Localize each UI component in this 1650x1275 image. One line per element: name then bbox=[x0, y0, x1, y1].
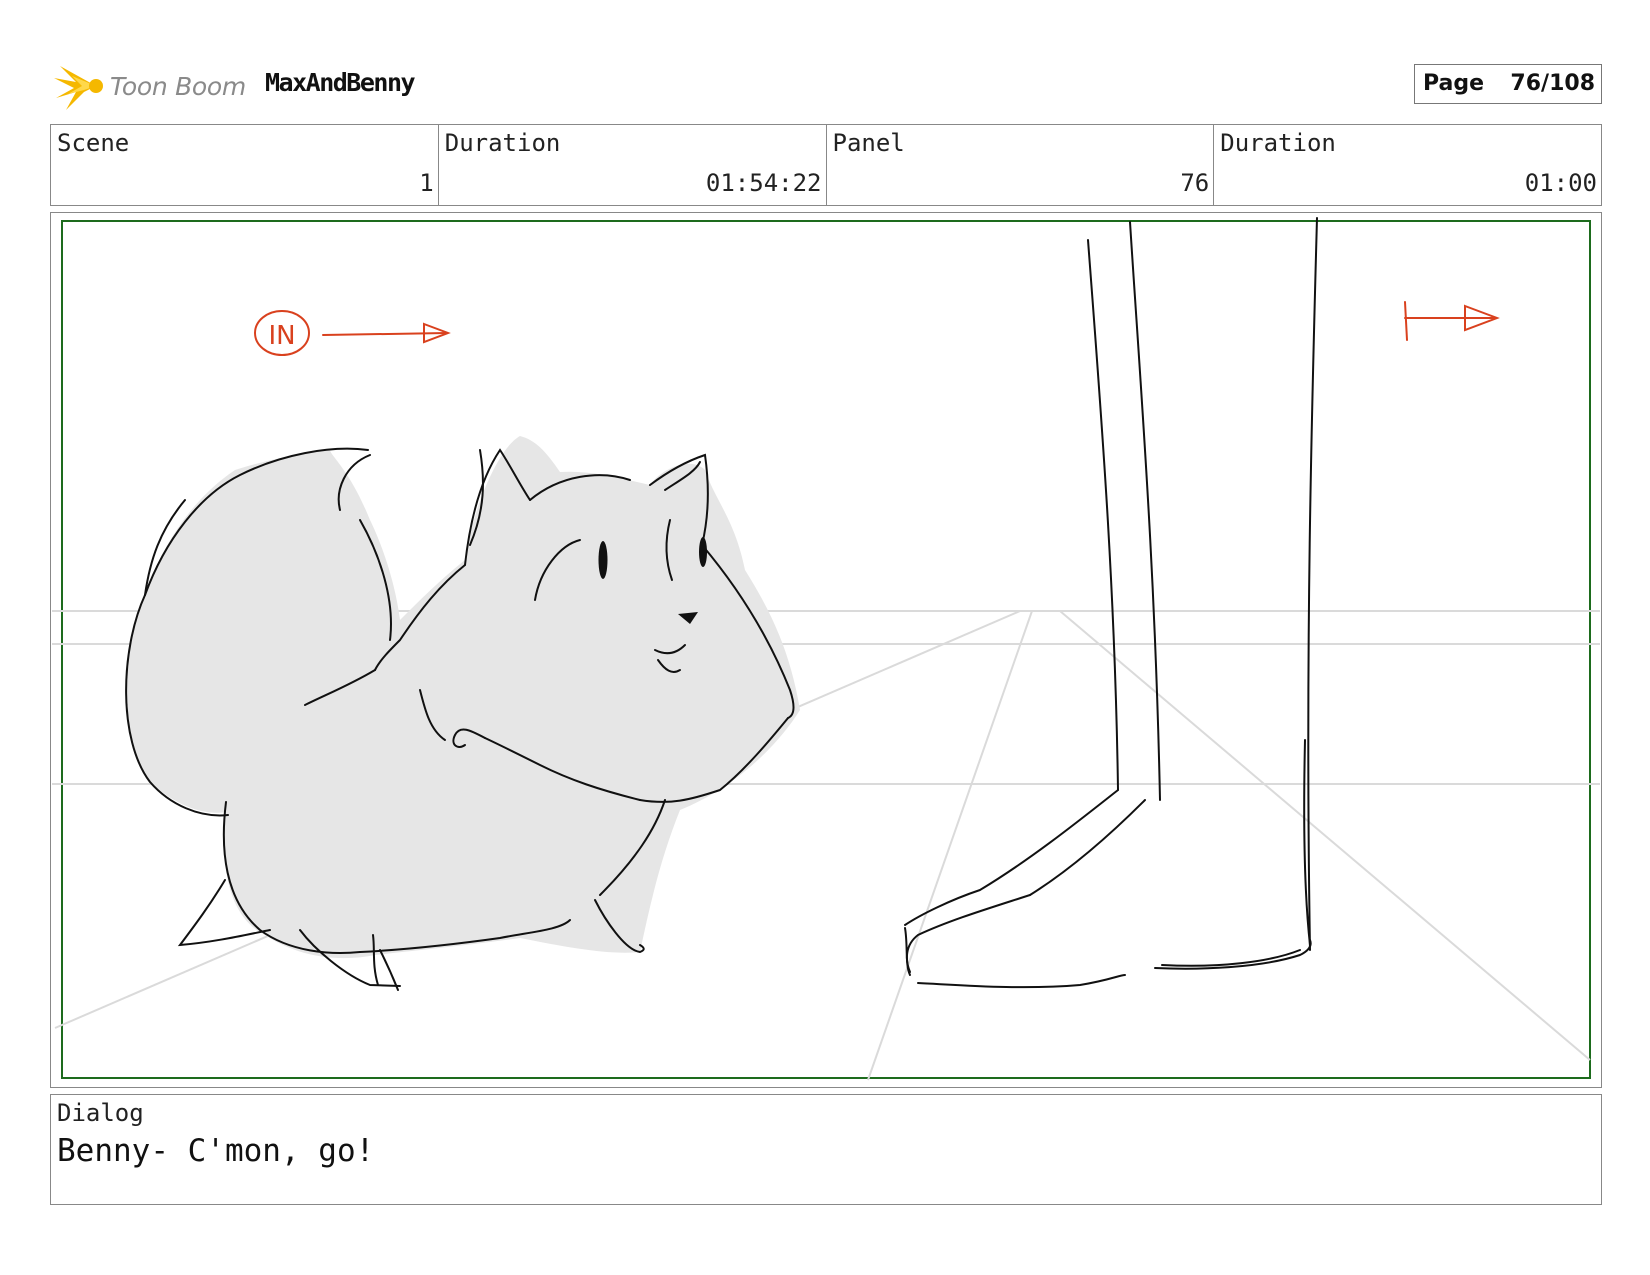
in-arrow-line bbox=[322, 332, 448, 336]
fox-character bbox=[125, 436, 801, 991]
human-legs bbox=[904, 217, 1318, 989]
dialog-box: Dialog Benny- C'mon, go! bbox=[50, 1094, 1602, 1205]
dialog-label: Dialog bbox=[57, 1099, 144, 1127]
camera-annotations bbox=[254, 301, 1500, 356]
in-annotation-text: IN bbox=[268, 321, 295, 351]
storyboard-sketch: IN bbox=[52, 217, 1600, 1081]
out-marker-bar bbox=[1404, 301, 1408, 341]
dialog-text: Benny- C'mon, go! bbox=[57, 1133, 375, 1169]
